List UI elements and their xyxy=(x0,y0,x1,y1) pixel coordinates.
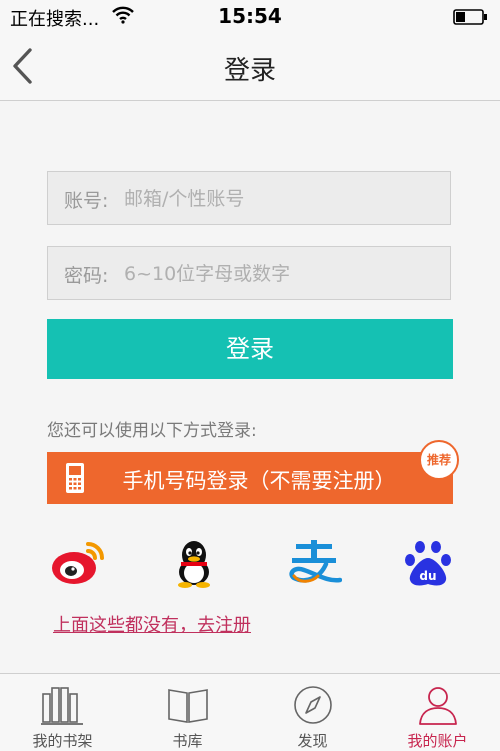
tab-label-account: 我的账户 xyxy=(407,732,468,750)
tab-label-bookshelf: 我的书架 xyxy=(32,732,93,750)
tab-bookshelf[interactable]: 我的书架 xyxy=(0,674,125,751)
alt-login-prompt: 您还可以使用以下方式登录: xyxy=(47,421,257,441)
tab-library[interactable]: 书库 xyxy=(125,674,250,751)
password-label: 密码: xyxy=(64,265,109,287)
password-input[interactable] xyxy=(122,255,436,293)
compass-icon xyxy=(294,686,332,724)
phone-login-button[interactable]: 手机号码登录（不需要注册） xyxy=(47,452,453,504)
page-title: 登录 xyxy=(223,56,276,86)
recommend-badge: 推荐 xyxy=(419,440,459,480)
tab-bar: 我的书架 书库 发现 我的账户 xyxy=(0,673,500,751)
baidu-icon[interactable]: du xyxy=(400,538,456,588)
account-label: 账号: xyxy=(64,190,109,212)
qq-icon[interactable] xyxy=(166,538,222,588)
login-button[interactable]: 登录 xyxy=(47,319,453,379)
nav-bar: 登录 xyxy=(0,34,500,101)
status-bar: 正在搜索... 15:54 xyxy=(0,0,500,34)
weibo-icon[interactable] xyxy=(50,538,106,588)
tab-account[interactable]: 我的账户 xyxy=(375,674,500,751)
tab-label-library: 书库 xyxy=(172,732,203,750)
tab-label-discover: 发现 xyxy=(297,732,328,750)
battery-icon xyxy=(453,9,487,25)
phone-login-label: 手机号码登录（不需要注册） xyxy=(122,469,396,493)
register-link[interactable]: 上面这些都没有，去注册 xyxy=(53,611,251,637)
clock: 15:54 xyxy=(218,4,282,28)
account-field[interactable]: 账号: xyxy=(47,171,451,225)
user-icon xyxy=(419,687,457,725)
password-field[interactable]: 密码: xyxy=(47,246,451,300)
bookshelf-icon xyxy=(41,687,83,725)
tab-discover[interactable]: 发现 xyxy=(250,674,375,751)
alipay-icon[interactable] xyxy=(286,538,342,588)
book-icon xyxy=(168,689,208,723)
svg-text:du: du xyxy=(419,569,436,583)
account-input[interactable] xyxy=(122,180,436,218)
